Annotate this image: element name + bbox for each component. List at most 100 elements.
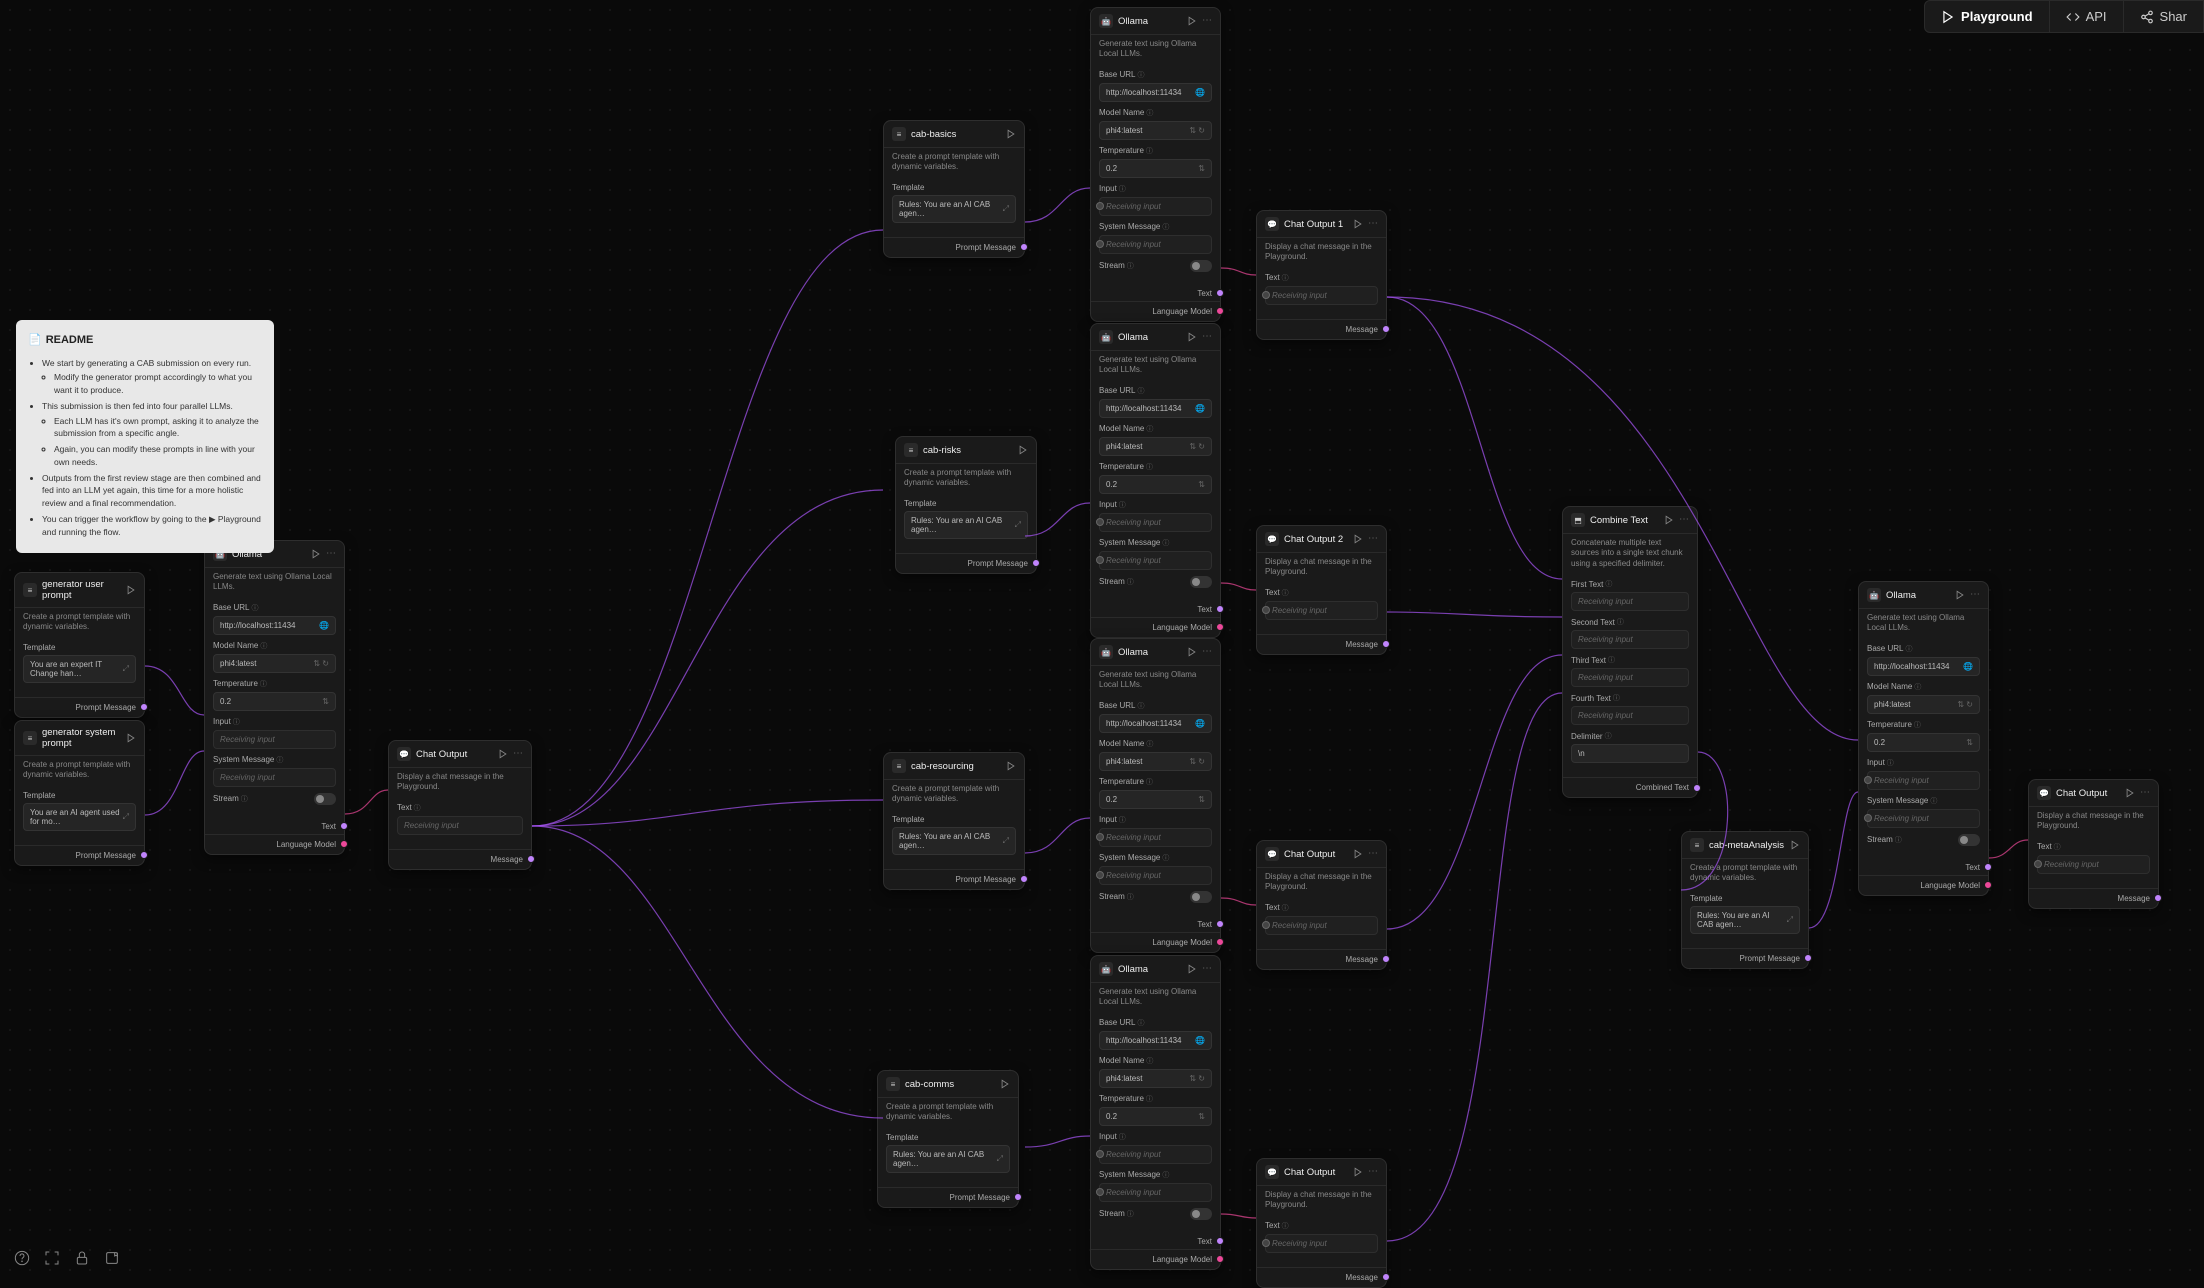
stepper-icon[interactable]: ⇅	[1198, 795, 1205, 804]
template-input[interactable]: Rules: You are an AI CAB agen…⤢	[904, 511, 1028, 539]
run-node-icon[interactable]	[1187, 964, 1197, 974]
stepper-icon[interactable]: ⇅	[1198, 1112, 1205, 1121]
lock-button[interactable]	[72, 1248, 92, 1268]
stepper-icon[interactable]: ⇅ ↻	[1189, 1074, 1205, 1083]
expand-icon[interactable]: ⤢	[997, 1154, 1003, 1164]
stream-toggle[interactable]	[1958, 834, 1980, 846]
node-menu-icon[interactable]: ⋯	[1970, 590, 1980, 600]
temperature-input[interactable]: 0.2⇅	[1099, 1107, 1212, 1126]
node-ollama-2[interactable]: 🤖Ollama⋯ Generate text using Ollama Loca…	[1090, 323, 1221, 638]
expand-icon[interactable]: ⤢	[1015, 520, 1021, 530]
node-combine-text[interactable]: ⬒Combine Text⋯ Concatenate multiple text…	[1562, 506, 1698, 798]
modelname-input[interactable]: phi4:latest⇅ ↻	[1099, 437, 1212, 456]
stepper-icon[interactable]: ⇅ ↻	[1189, 757, 1205, 766]
baseurl-input[interactable]: http://localhost:11434🌐	[1099, 83, 1212, 102]
modelname-input[interactable]: phi4:latest⇅ ↻	[1867, 695, 1980, 714]
template-input[interactable]: You are an AI agent used for mo…⤢	[23, 803, 136, 831]
node-cab-resourcing[interactable]: ≡cab-resourcing Create a prompt template…	[883, 752, 1025, 890]
expand-icon[interactable]: ⤢	[1003, 836, 1009, 846]
globe-icon[interactable]: 🌐	[1195, 719, 1205, 728]
share-button[interactable]: Shar	[2124, 1, 2203, 32]
expand-icon[interactable]: ⤢	[123, 664, 129, 674]
baseurl-input[interactable]: http://localhost:11434🌐	[213, 616, 336, 635]
modelname-input[interactable]: phi4:latest⇅ ↻	[213, 654, 336, 673]
stepper-icon[interactable]: ⇅	[1198, 164, 1205, 173]
globe-icon[interactable]: 🌐	[319, 621, 329, 630]
node-ollama-final[interactable]: 🤖Ollama⋯ Generate text using Ollama Loca…	[1858, 581, 1989, 896]
baseurl-input[interactable]: http://localhost:11434🌐	[1099, 399, 1212, 418]
help-button[interactable]	[12, 1248, 32, 1268]
globe-icon[interactable]: 🌐	[1195, 404, 1205, 413]
node-menu-icon[interactable]: ⋯	[1679, 515, 1689, 525]
node-ollama-1[interactable]: 🤖Ollama⋯ Generate text using Ollama Loca…	[1090, 7, 1221, 322]
delimiter-input[interactable]: \n	[1571, 744, 1689, 763]
run-node-icon[interactable]	[1000, 1079, 1010, 1089]
run-node-icon[interactable]	[1790, 840, 1800, 850]
node-menu-icon[interactable]: ⋯	[1368, 219, 1378, 229]
run-node-icon[interactable]	[498, 749, 508, 759]
expand-icon[interactable]: ⤢	[1003, 204, 1009, 214]
stepper-icon[interactable]: ⇅ ↻	[1189, 442, 1205, 451]
expand-icon[interactable]: ⤢	[1787, 915, 1793, 925]
run-node-icon[interactable]	[1006, 129, 1016, 139]
node-menu-icon[interactable]: ⋯	[513, 749, 523, 759]
run-node-icon[interactable]	[1187, 16, 1197, 26]
run-node-icon[interactable]	[1353, 534, 1363, 544]
template-input[interactable]: Rules: You are an AI CAB agen…⤢	[886, 1145, 1010, 1173]
node-menu-icon[interactable]: ⋯	[1202, 964, 1212, 974]
stream-toggle[interactable]	[314, 793, 336, 805]
stream-toggle[interactable]	[1190, 576, 1212, 588]
node-cab-basics[interactable]: ≡cab-basics Create a prompt template wit…	[883, 120, 1025, 258]
baseurl-input[interactable]: http://localhost:11434🌐	[1099, 714, 1212, 733]
expand-icon[interactable]: ⤢	[123, 812, 129, 822]
globe-icon[interactable]: 🌐	[1963, 662, 1973, 671]
modelname-input[interactable]: phi4:latest⇅ ↻	[1099, 752, 1212, 771]
node-generator-user-prompt[interactable]: ≡generator user prompt Create a prompt t…	[14, 572, 145, 718]
temperature-input[interactable]: 0.2⇅	[1099, 790, 1212, 809]
node-menu-icon[interactable]: ⋯	[1368, 534, 1378, 544]
run-node-icon[interactable]	[1018, 445, 1028, 455]
run-node-icon[interactable]	[1187, 332, 1197, 342]
run-node-icon[interactable]	[1187, 647, 1197, 657]
globe-icon[interactable]: 🌐	[1195, 88, 1205, 97]
run-node-icon[interactable]	[2125, 788, 2135, 798]
stream-toggle[interactable]	[1190, 1208, 1212, 1220]
run-node-icon[interactable]	[1353, 1167, 1363, 1177]
template-input[interactable]: Rules: You are an AI CAB agen…⤢	[892, 195, 1016, 223]
node-ollama-4[interactable]: 🤖Ollama⋯ Generate text using Ollama Loca…	[1090, 955, 1221, 1270]
run-node-icon[interactable]	[126, 733, 136, 743]
template-input[interactable]: You are an expert IT Change han…⤢	[23, 655, 136, 683]
node-cab-comms[interactable]: ≡cab-comms Create a prompt template with…	[877, 1070, 1019, 1208]
node-cab-meta-analysis[interactable]: ≡cab-metaAnalysis Create a prompt templa…	[1681, 831, 1809, 969]
node-chat-output-final[interactable]: 💬Chat Output⋯ Display a chat message in …	[2028, 779, 2159, 909]
node-menu-icon[interactable]: ⋯	[1368, 849, 1378, 859]
stepper-icon[interactable]: ⇅ ↻	[313, 659, 329, 668]
stream-toggle[interactable]	[1190, 891, 1212, 903]
node-menu-icon[interactable]: ⋯	[1368, 1167, 1378, 1177]
baseurl-input[interactable]: http://localhost:11434🌐	[1867, 657, 1980, 676]
template-input[interactable]: Rules: You are an AI CAB agen…⤢	[1690, 906, 1800, 934]
temperature-input[interactable]: 0.2⇅	[213, 692, 336, 711]
stepper-icon[interactable]: ⇅ ↻	[1957, 700, 1973, 709]
template-input[interactable]: Rules: You are an AI CAB agen…⤢	[892, 827, 1016, 855]
api-button[interactable]: API	[2050, 1, 2124, 32]
node-menu-icon[interactable]: ⋯	[1202, 332, 1212, 342]
run-node-icon[interactable]	[1664, 515, 1674, 525]
node-chat-output-1[interactable]: 💬Chat Output 1⋯ Display a chat message i…	[1256, 210, 1387, 340]
stream-toggle[interactable]	[1190, 260, 1212, 272]
globe-icon[interactable]: 🌐	[1195, 1036, 1205, 1045]
node-chat-output-2[interactable]: 💬Chat Output 2⋯ Display a chat message i…	[1256, 525, 1387, 655]
run-node-icon[interactable]	[1006, 761, 1016, 771]
run-node-icon[interactable]	[126, 585, 136, 595]
temperature-input[interactable]: 0.2⇅	[1099, 159, 1212, 178]
node-menu-icon[interactable]: ⋯	[2140, 788, 2150, 798]
run-node-icon[interactable]	[311, 549, 321, 559]
node-chat-output-4[interactable]: 💬Chat Output⋯ Display a chat message in …	[1256, 1158, 1387, 1288]
stepper-icon[interactable]: ⇅	[1198, 480, 1205, 489]
fit-view-button[interactable]	[42, 1248, 62, 1268]
node-menu-icon[interactable]: ⋯	[1202, 647, 1212, 657]
playground-button[interactable]: Playground	[1925, 1, 2050, 32]
temperature-input[interactable]: 0.2⇅	[1867, 733, 1980, 752]
node-chat-output-main[interactable]: 💬Chat Output⋯ Display a chat message in …	[388, 740, 532, 870]
stepper-icon[interactable]: ⇅	[322, 697, 329, 706]
